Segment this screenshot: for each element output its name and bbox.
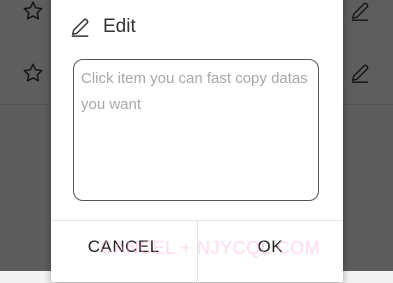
ok-button[interactable]: OK [198, 221, 344, 283]
pencil-icon [71, 18, 89, 37]
dialog-header: Edit [69, 12, 136, 42]
edit-textarea[interactable] [73, 59, 319, 201]
dialog-button-bar: CANCEL OK [51, 220, 343, 283]
dialog-title: Edit [103, 16, 136, 37]
edit-dialog: Edit CANCEL OK [51, 0, 343, 283]
cancel-button[interactable]: CANCEL [51, 221, 198, 283]
